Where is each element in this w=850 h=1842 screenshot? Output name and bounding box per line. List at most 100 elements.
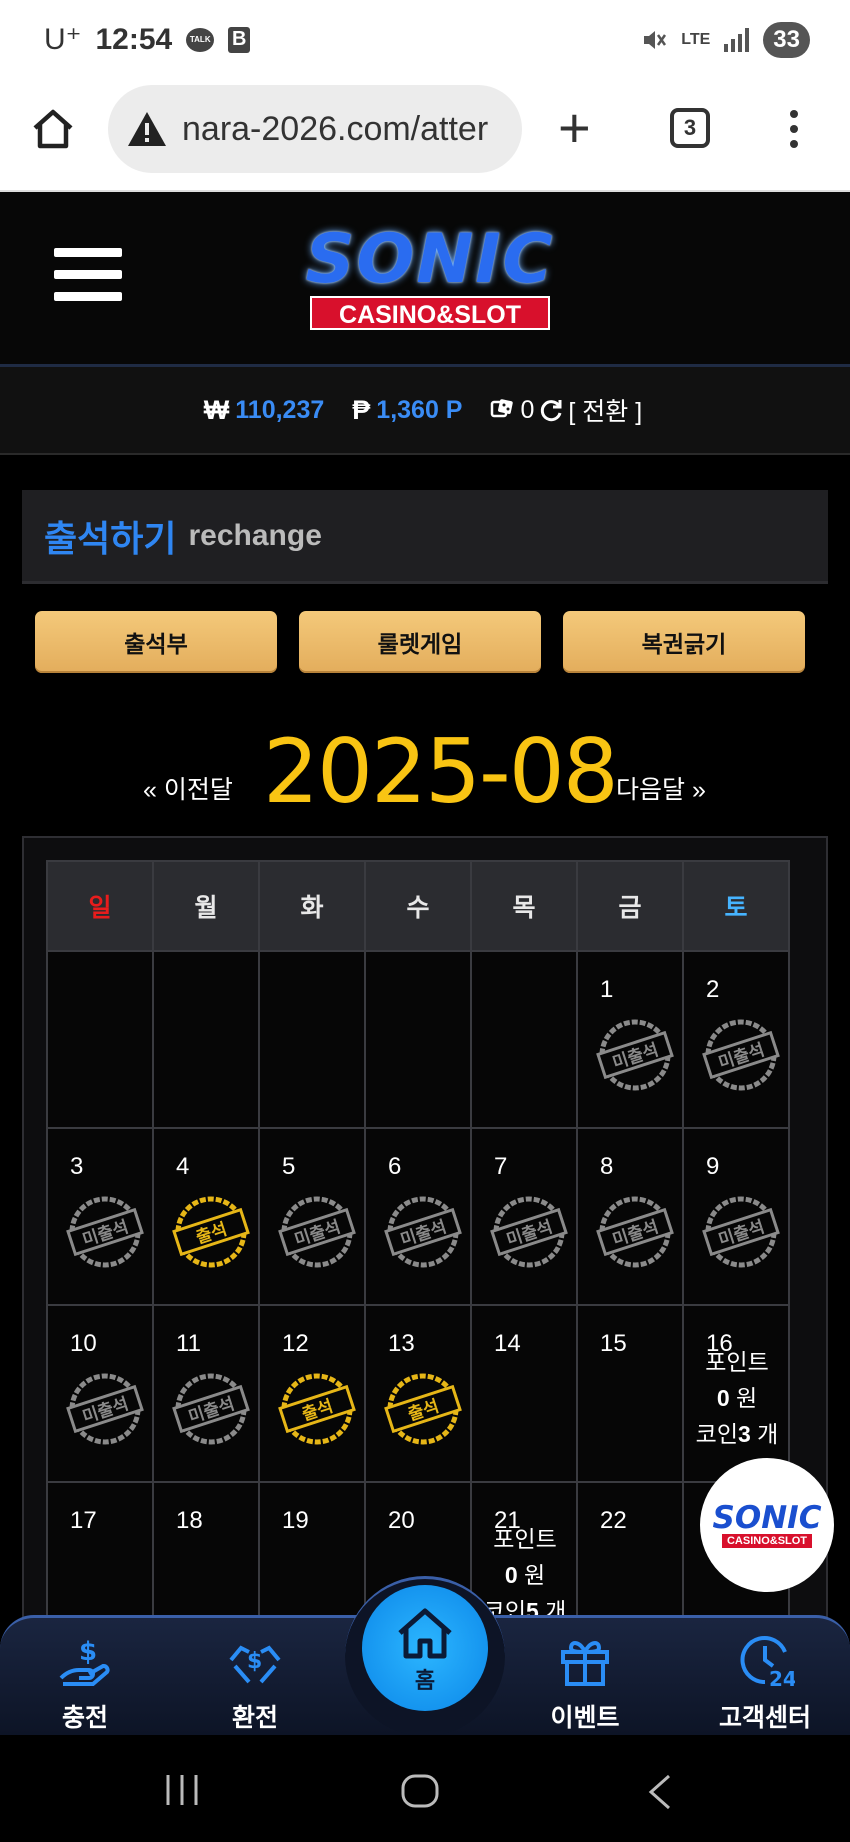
floating-logo-sub: CASINO&SLOT xyxy=(721,1534,813,1548)
nav-deposit-label: 충전 xyxy=(61,1704,108,1732)
weekday-thu: 목 xyxy=(470,860,578,952)
day-number: 12 xyxy=(282,1330,309,1357)
tab-scratch-lottery[interactable]: 복권긁기 xyxy=(563,611,805,673)
deposit-icon: $ xyxy=(59,1637,110,1686)
new-tab-plus-icon[interactable]: + xyxy=(558,100,591,156)
absent-stamp-icon: 미출석 xyxy=(66,1370,144,1448)
nav-exchange[interactable]: $ 환전 xyxy=(195,1630,315,1734)
day-number: 2 xyxy=(706,976,720,1003)
weekday-sun: 일 xyxy=(46,860,154,952)
reward-point-unit: 원 xyxy=(524,1562,546,1588)
coin-balance: 0 xyxy=(520,395,535,424)
calendar-cell: 7 미출석 xyxy=(470,1127,578,1306)
nav-home-label: 홈 xyxy=(414,1668,436,1693)
system-home-icon[interactable] xyxy=(400,1773,440,1809)
weekday-mon: 월 xyxy=(152,860,260,952)
day-number: 11 xyxy=(176,1330,201,1357)
calendar-cell: 5 미출석 xyxy=(258,1127,366,1306)
balance-bar: ₩ 110,237 ₱ 1,360 P 0 [ 전환 ] xyxy=(0,367,850,455)
day-number: 19 xyxy=(282,1507,309,1534)
tab-attendance[interactable]: 출석부 xyxy=(35,611,277,673)
month-navigation: « 이전달 2025-08 다음달 » xyxy=(0,720,850,823)
hamburger-menu-icon[interactable] xyxy=(54,248,122,301)
not-secure-warning-icon[interactable] xyxy=(126,109,168,149)
reward-point-amount: 0 xyxy=(504,1562,518,1588)
weekday-fri: 금 xyxy=(576,860,684,952)
logo-wordmark: SONIC xyxy=(305,220,555,299)
day-number: 3 xyxy=(70,1153,84,1180)
network-type: LTE xyxy=(681,31,711,48)
system-navigation-bar xyxy=(0,1735,850,1842)
mute-icon xyxy=(644,31,667,49)
reward-point-unit: 원 xyxy=(736,1385,758,1411)
day-number: 14 xyxy=(494,1330,521,1357)
weekday-wed: 수 xyxy=(364,860,472,952)
svg-text:$: $ xyxy=(79,1637,97,1667)
site-logo[interactable]: SONIC CASINO&SLOT xyxy=(285,224,575,334)
tab-switcher-button[interactable]: 3 xyxy=(670,108,710,148)
home-icon xyxy=(398,1608,452,1659)
won-symbol: ₩ xyxy=(203,394,230,425)
present-stamp-icon: 출석 xyxy=(278,1370,356,1448)
calendar-cell: 3 미출석 xyxy=(46,1127,154,1306)
present-stamp-icon: 출석 xyxy=(172,1193,250,1271)
nav-home[interactable]: 홈 xyxy=(362,1585,488,1711)
absent-stamp-icon: 미출석 xyxy=(384,1193,462,1271)
page-title-box: 출석하기 rechange xyxy=(22,490,828,584)
absent-stamp-icon: 미출석 xyxy=(278,1193,356,1271)
current-month: 2025-08 xyxy=(263,720,619,823)
calendar-cell: 14 xyxy=(470,1304,578,1483)
address-bar[interactable]: nara-2026.com/atter xyxy=(108,85,522,173)
kakaotalk-icon: TALK xyxy=(186,27,215,52)
absent-stamp-icon: 미출석 xyxy=(702,1016,780,1094)
calendar-cell: 16 포인트 0 원 코인3 개 xyxy=(682,1304,790,1483)
floating-logo-button[interactable]: SONIC CASINO&SLOT xyxy=(700,1458,834,1592)
clock: 12:54 xyxy=(95,22,173,56)
calendar-week: 10 미출석 11 미출석 12 출석 13 출석 14 15 16 포인트 0 원 코… xyxy=(46,1304,790,1483)
absent-stamp-icon: 미출석 xyxy=(172,1370,250,1448)
browser-menu-icon[interactable] xyxy=(790,110,798,148)
day-number: 6 xyxy=(388,1153,402,1180)
tab-roulette[interactable]: 룰렛게임 xyxy=(299,611,541,673)
nav-deposit[interactable]: $ 충전 xyxy=(25,1630,145,1734)
nav-support-label: 고객센터 xyxy=(718,1704,811,1732)
page-subtitle: rechange xyxy=(188,518,322,552)
day-number: 4 xyxy=(176,1153,190,1180)
convert-button[interactable]: [ 전환 ] xyxy=(568,392,642,428)
refresh-icon[interactable] xyxy=(538,397,564,423)
browser-home-icon[interactable] xyxy=(30,106,76,152)
calendar-cell: 1 미출석 xyxy=(576,950,684,1129)
calendar-cell: 15 xyxy=(576,1304,684,1483)
nav-event-label: 이벤트 xyxy=(550,1704,620,1732)
calendar-week: 3 미출석 4 출석 5 미출석 6 미출석 7 미출석 8 미출석 9 미출석 xyxy=(46,1127,790,1306)
present-stamp-icon: 출석 xyxy=(384,1370,462,1448)
calendar-cell: 9 미출석 xyxy=(682,1127,790,1306)
calendar-cell: 4 출석 xyxy=(152,1127,260,1306)
calendar-cell: 10 미출석 xyxy=(46,1304,154,1483)
recent-apps-icon[interactable] xyxy=(162,1773,202,1807)
absent-stamp-icon: 미출석 xyxy=(702,1193,780,1271)
reward-info: 포인트 0 원 코인3 개 xyxy=(684,1344,790,1452)
svg-text:$: $ xyxy=(247,1649,262,1674)
day-number: 17 xyxy=(70,1507,97,1534)
status-bar: U⁺ 12:54 TALK B LTE 33 xyxy=(0,0,850,80)
nav-event[interactable]: 이벤트 xyxy=(525,1630,645,1734)
calendar-cell-empty xyxy=(258,950,366,1129)
url-text: nara-2026.com/atter xyxy=(182,109,489,148)
next-month-link[interactable]: 다음달 » xyxy=(616,770,706,806)
absent-stamp-icon: 미출석 xyxy=(66,1193,144,1271)
browser-toolbar: nara-2026.com/atter + 3 xyxy=(0,80,850,192)
day-number: 9 xyxy=(706,1153,720,1180)
page-title: 출석하기 xyxy=(44,517,177,559)
point-symbol: ₱ xyxy=(352,394,371,425)
nav-support[interactable]: 24 고객센터 xyxy=(705,1630,825,1734)
point-balance: 1,360 P xyxy=(376,395,463,424)
back-icon[interactable] xyxy=(645,1773,675,1811)
day-number: 22 xyxy=(600,1507,627,1534)
logo-subtitle: CASINO&SLOT xyxy=(310,296,550,330)
b-app-icon: B xyxy=(228,26,251,53)
calendar-cell: 6 미출석 xyxy=(364,1127,472,1306)
prev-month-link[interactable]: « 이전달 xyxy=(143,770,233,806)
reward-point-label: 포인트 xyxy=(705,1349,769,1375)
calendar-cell: 11 미출석 xyxy=(152,1304,260,1483)
